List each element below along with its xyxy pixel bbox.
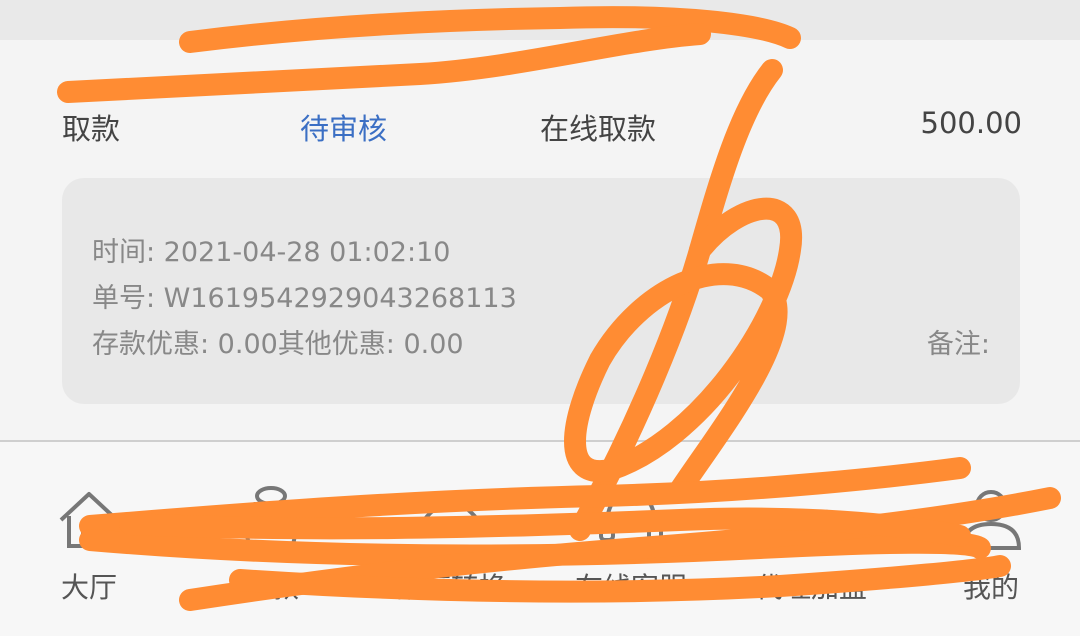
tab-mine-label: 我的	[962, 571, 1019, 604]
detail-remark: 备注:	[926, 329, 990, 360]
tab-home-label: 大厅	[60, 571, 117, 604]
tab-transfer-label: 额度转换	[394, 571, 507, 604]
transaction-status: 待审核	[300, 112, 388, 146]
transfer-icon	[419, 501, 483, 536]
tab-deposit[interactable]: 存款	[186, 478, 356, 618]
user-icon	[960, 490, 1022, 550]
handshake-icon	[777, 509, 845, 540]
tab-agent-label: 代理加盟	[754, 571, 867, 604]
detail-order-number: 单号: W1619542929043268113	[92, 283, 517, 314]
tab-mine[interactable]: 我的	[906, 478, 1076, 618]
tab-transfer[interactable]: 额度转换	[366, 478, 536, 618]
bottom-tab-bar: 大厅 存款 额度转换 在线客服 代理加盟 我的	[0, 442, 1080, 636]
transaction-amount: 500.00	[920, 106, 1022, 140]
transaction-type: 取款	[62, 112, 121, 146]
transaction-row[interactable]: 取款 待审核 在线取款 500.00	[0, 100, 1080, 152]
app-screen: 取款 待审核 在线取款 500.00 时间: 2021-04-28 01:02:…	[0, 0, 1080, 636]
deposit-bag-icon	[245, 486, 297, 546]
home-icon	[59, 492, 119, 548]
detail-discounts: 存款优惠: 0.00其他优惠: 0.00	[92, 329, 464, 360]
tab-service-label: 在线客服	[574, 571, 687, 604]
transaction-method: 在线取款	[540, 112, 657, 146]
top-strip	[0, 0, 1080, 40]
headset-icon	[599, 491, 663, 552]
tab-deposit-label: 存款	[242, 571, 299, 604]
transaction-detail-card: 时间: 2021-04-28 01:02:10 单号: W16195429290…	[62, 178, 1020, 404]
detail-time: 时间: 2021-04-28 01:02:10	[92, 237, 451, 268]
tab-home[interactable]: 大厅	[4, 478, 174, 618]
tab-agent[interactable]: 代理加盟	[726, 478, 896, 618]
tab-service[interactable]: 在线客服	[546, 478, 716, 618]
